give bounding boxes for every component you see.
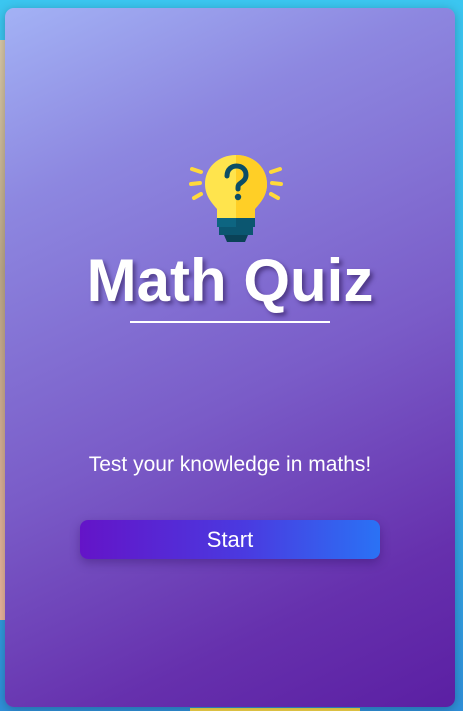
page-title: Math Quiz <box>86 247 374 314</box>
quiz-tagline: Test your knowledge in maths! <box>88 453 372 476</box>
title-divider <box>130 321 330 323</box>
lightbulb-question-icon <box>189 155 283 242</box>
quiz-start-card: Math Quiz Test your knowledge in maths! … <box>5 8 455 707</box>
app-viewport: Math Quiz Test your knowledge in maths! … <box>0 0 463 711</box>
start-button[interactable]: Start <box>80 520 380 559</box>
